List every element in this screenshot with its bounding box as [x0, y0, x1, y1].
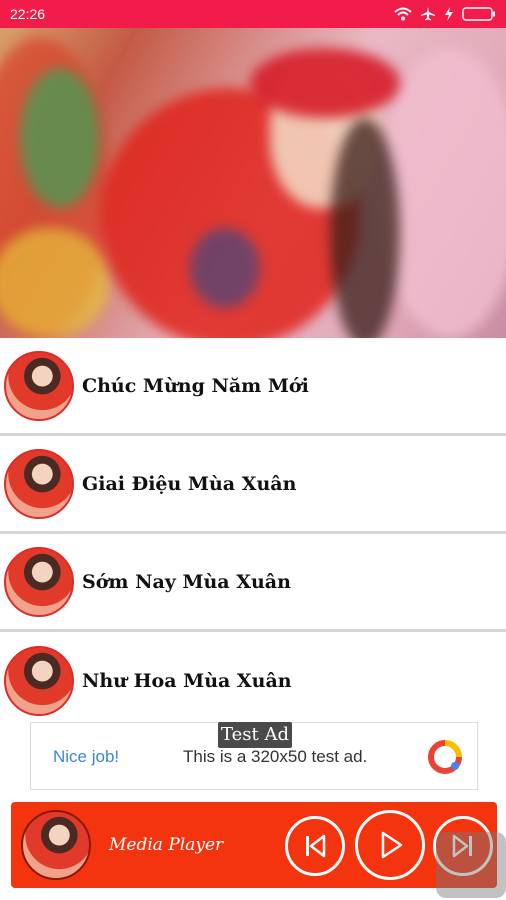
song-list: Chúc Mừng Năm Mới Giai Điệu Mùa Xuân Sớm… [0, 338, 506, 730]
charging-icon [445, 7, 453, 21]
song-title: Chúc Mừng Năm Mới [82, 374, 309, 397]
status-time: 22:26 [10, 6, 46, 22]
status-bar: 22:26 [0, 0, 506, 28]
wifi-icon [394, 7, 412, 21]
song-item[interactable]: Giai Điệu Mùa Xuân [0, 436, 506, 534]
play-icon [381, 831, 403, 859]
previous-icon [306, 834, 326, 858]
floating-overlay[interactable] [436, 832, 506, 898]
song-avatar [4, 546, 74, 617]
song-title: Sớm Nay Mùa Xuân [82, 570, 291, 593]
player-title: Media Player [109, 835, 224, 855]
previous-button[interactable] [285, 816, 345, 876]
play-button[interactable] [355, 810, 425, 880]
ad-badge: Test Ad [218, 722, 292, 748]
song-item[interactable]: Chúc Mừng Năm Mới [0, 338, 506, 436]
ad-logo-icon [428, 740, 462, 774]
song-title: Giai Điệu Mùa Xuân [82, 472, 297, 495]
status-icons [394, 6, 496, 22]
song-avatar [4, 646, 74, 716]
song-avatar [4, 448, 74, 519]
player-avatar [21, 810, 91, 880]
media-player: Media Player [11, 802, 497, 888]
airplane-icon [421, 7, 435, 21]
hero-image [0, 28, 506, 338]
song-avatar [4, 350, 74, 421]
battery-icon [462, 7, 495, 21]
ad-body-text: This is a 320x50 test ad. [183, 747, 368, 766]
song-item[interactable]: Như Hoa Mùa Xuân [0, 632, 506, 730]
song-title: Như Hoa Mùa Xuân [82, 670, 292, 692]
song-item[interactable]: Sớm Nay Mùa Xuân [0, 534, 506, 632]
ad-nice-text: Nice job! [53, 747, 120, 766]
